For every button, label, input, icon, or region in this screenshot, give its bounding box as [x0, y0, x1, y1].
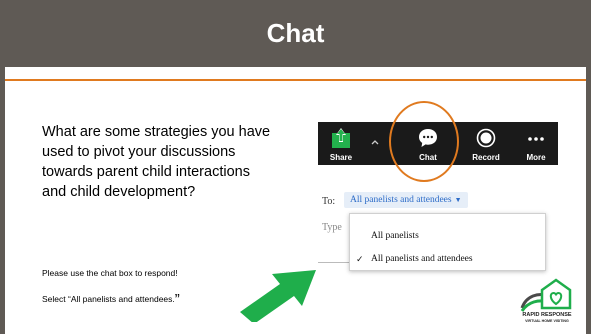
frame-border-left [0, 67, 5, 334]
frame-border-right [586, 67, 591, 334]
record-button[interactable]: Record [462, 122, 510, 165]
rapid-response-logo: RAPID RESPONSE VIRTUAL HOME VISITING [516, 278, 578, 328]
recipient-menu: All panelists ✓ All panelists and attend… [349, 213, 546, 271]
chat-highlight-circle [389, 101, 459, 182]
title-divider [5, 79, 586, 81]
menu-option-all-panelists-and-attendees[interactable]: ✓ All panelists and attendees [350, 251, 547, 267]
more-dots-icon [528, 137, 544, 141]
instruction-chat-box: Please use the chat box to respond! [42, 268, 178, 278]
share-button[interactable]: Share [318, 122, 364, 165]
chevron-up-icon [371, 140, 379, 145]
recipient-dropdown[interactable]: All panelists and attendees ▼ [344, 192, 468, 208]
logo-line-1: RAPID RESPONSE [522, 312, 572, 318]
menu-option-label: All panelists and attendees [371, 254, 473, 264]
share-label: Share [329, 153, 353, 162]
chevron-down-icon: ▼ [454, 196, 462, 204]
instruction-select-text: Select “All panelists and attendees. [42, 294, 175, 304]
chat-message-input[interactable]: Type [322, 222, 342, 233]
share-options-caret[interactable] [368, 122, 382, 165]
more-button[interactable]: More [514, 122, 558, 165]
record-label: Record [472, 153, 500, 162]
question-text: What are some strategies you have used t… [42, 124, 271, 200]
more-label: More [526, 153, 546, 162]
slide-header: Chat [0, 0, 591, 67]
menu-option-all-panelists[interactable]: All panelists [350, 228, 547, 244]
record-icon [476, 128, 496, 148]
instruction-close-quote: ” [174, 291, 180, 308]
recipient-selected-value: All panelists and attendees [350, 195, 452, 205]
house-heart-logo-icon [520, 278, 572, 312]
share-icon [332, 128, 350, 148]
green-arrow-icon [240, 270, 316, 322]
checkmark-icon: ✓ [356, 254, 364, 264]
menu-option-label: All panelists [371, 231, 419, 241]
instruction-select-recipient: Select “All panelists and attendees.” [42, 291, 180, 308]
slide-title: Chat [266, 18, 325, 48]
to-label: To: [322, 196, 336, 207]
logo-line-2: VIRTUAL HOME VISITING [525, 319, 569, 323]
